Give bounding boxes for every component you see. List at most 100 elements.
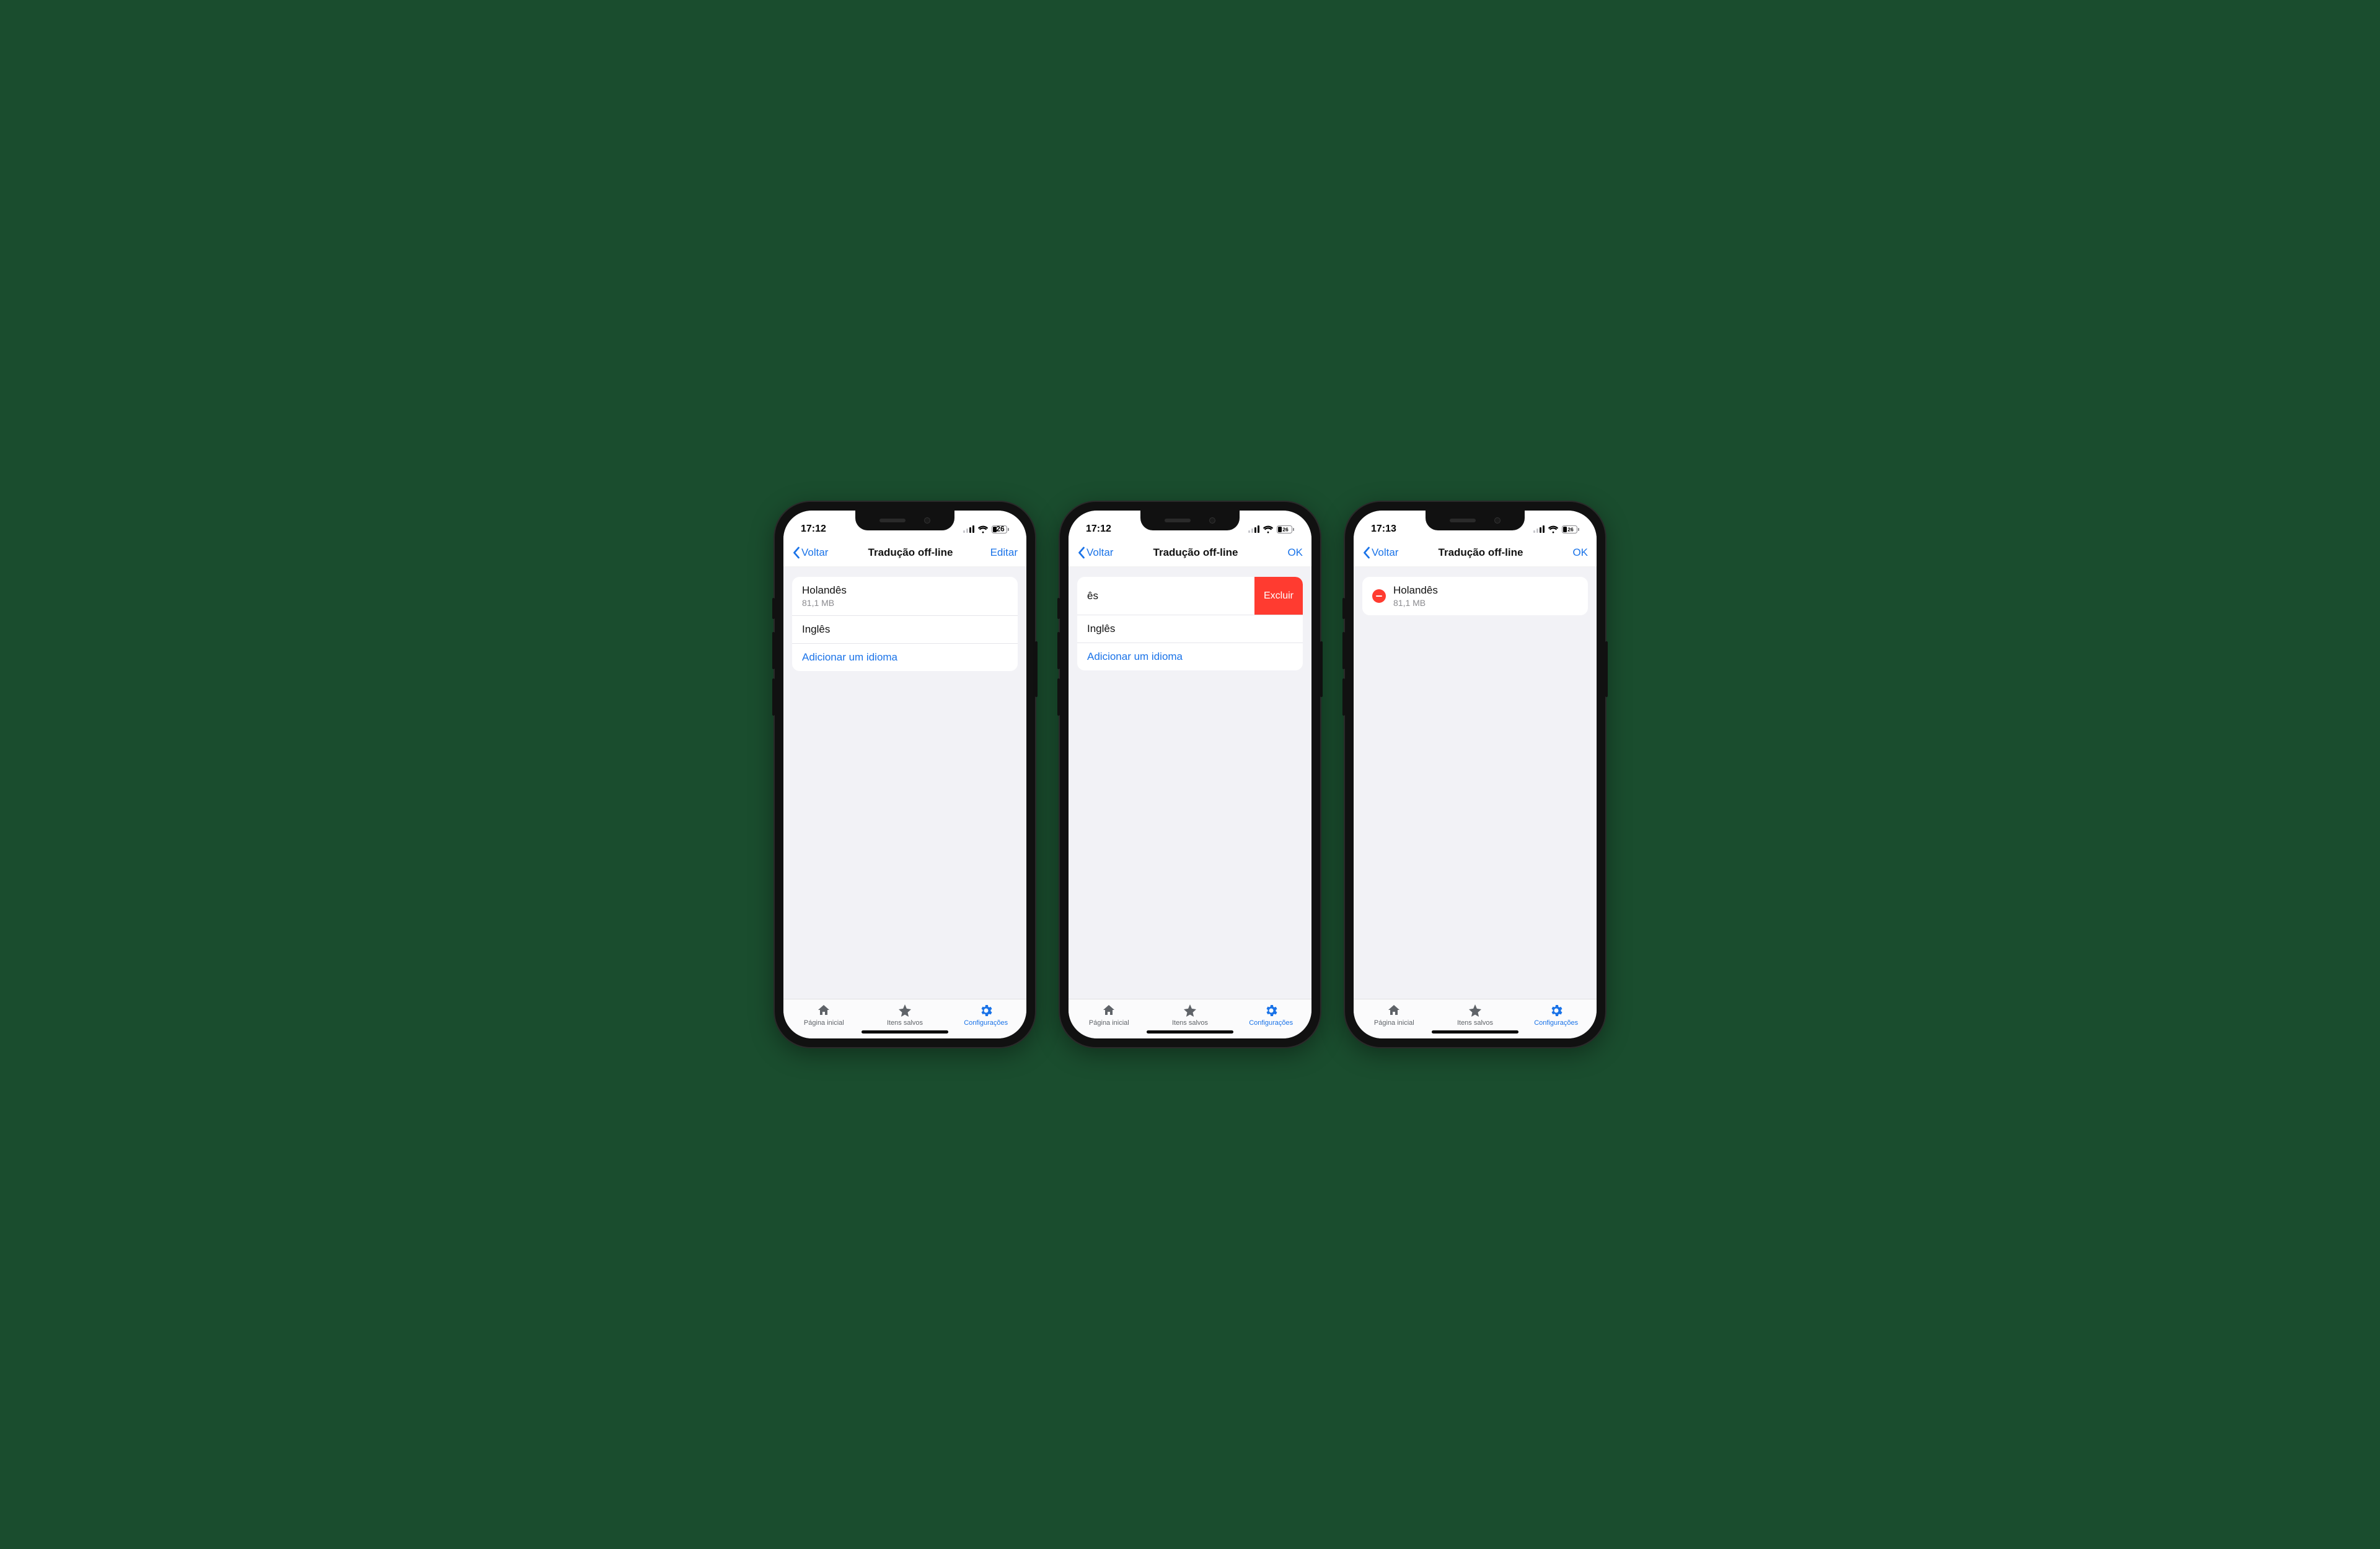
notch <box>1140 511 1240 530</box>
tab-home[interactable]: Página inicial <box>1069 1003 1150 1027</box>
delete-button[interactable]: Excluir <box>1254 577 1303 615</box>
tab-label: Configurações <box>964 1019 1008 1027</box>
gear-icon <box>1264 1003 1279 1018</box>
page-title: Tradução off-line <box>1406 546 1556 559</box>
language-row[interactable]: Inglês <box>792 616 1018 644</box>
tab-home[interactable]: Página inicial <box>1354 1003 1435 1027</box>
back-button[interactable]: Voltar <box>1362 546 1398 559</box>
done-button[interactable]: OK <box>1271 546 1303 559</box>
svg-text:26: 26 <box>1282 526 1289 532</box>
svg-text:26: 26 <box>996 525 1005 533</box>
language-row-swiped[interactable]: ês Excluir <box>1077 577 1303 615</box>
status-time: 17:13 <box>1371 524 1396 535</box>
tab-settings[interactable]: Configurações <box>1515 1003 1597 1027</box>
star-icon <box>897 1003 912 1018</box>
notch <box>855 511 954 530</box>
back-label: Voltar <box>1372 546 1398 559</box>
wifi-icon <box>1548 525 1559 533</box>
phone-frame: 17:13 26 Voltar Tradução off-line OK <box>1345 502 1605 1047</box>
chevron-left-icon <box>1362 546 1370 559</box>
tab-saved[interactable]: Itens salvos <box>865 1003 946 1027</box>
home-icon <box>1101 1003 1116 1018</box>
content-area: ês Excluir Inglês Adicionar um idioma <box>1069 567 1311 999</box>
tab-home[interactable]: Página inicial <box>783 1003 865 1027</box>
language-name-fragment: ês <box>1087 590 1098 602</box>
page-title: Tradução off-line <box>1121 546 1271 559</box>
cellular-icon <box>1533 525 1545 533</box>
edit-button[interactable]: Editar <box>985 546 1018 559</box>
star-icon <box>1468 1003 1483 1018</box>
language-name: Inglês <box>802 623 830 636</box>
nav-bar: Voltar Tradução off-line OK <box>1069 540 1311 567</box>
tab-label: Itens salvos <box>887 1019 923 1027</box>
tab-label: Itens salvos <box>1172 1019 1208 1027</box>
tab-settings[interactable]: Configurações <box>945 1003 1026 1027</box>
back-label: Voltar <box>1086 546 1113 559</box>
language-size: 81,1 MB <box>802 598 847 608</box>
chevron-left-icon <box>792 546 800 559</box>
notch <box>1426 511 1525 530</box>
status-time: 17:12 <box>801 524 826 535</box>
nav-bar: Voltar Tradução off-line Editar <box>783 540 1026 567</box>
battery-icon: 26 <box>1277 525 1294 533</box>
gear-icon <box>1549 1003 1564 1018</box>
language-row-edit[interactable]: Holandês 81,1 MB <box>1362 577 1588 615</box>
home-icon <box>1386 1003 1401 1018</box>
tab-label: Página inicial <box>804 1019 844 1027</box>
cellular-icon <box>1248 525 1259 533</box>
home-icon <box>816 1003 831 1018</box>
tab-label: Configurações <box>1534 1019 1578 1027</box>
status-time: 17:12 <box>1086 524 1111 535</box>
language-list: ês Excluir Inglês Adicionar um idioma <box>1077 577 1303 670</box>
language-row[interactable]: Holandês 81,1 MB <box>792 577 1018 616</box>
back-button[interactable]: Voltar <box>792 546 828 559</box>
add-language-button[interactable]: Adicionar um idioma <box>1077 643 1303 670</box>
home-indicator[interactable] <box>862 1030 948 1033</box>
delete-label: Excluir <box>1264 590 1294 602</box>
gear-icon <box>979 1003 994 1018</box>
home-indicator[interactable] <box>1147 1030 1233 1033</box>
remove-minus-button[interactable] <box>1372 589 1386 603</box>
screen: 17:13 26 Voltar Tradução off-line OK <box>1354 511 1597 1038</box>
language-name: Holandês <box>802 584 847 597</box>
language-row[interactable]: Inglês <box>1077 615 1303 643</box>
tab-saved[interactable]: Itens salvos <box>1435 1003 1516 1027</box>
back-label: Voltar <box>801 546 828 559</box>
add-language-label: Adicionar um idioma <box>802 651 897 664</box>
chevron-left-icon <box>1077 546 1085 559</box>
back-button[interactable]: Voltar <box>1077 546 1113 559</box>
battery-icon: 26 <box>1562 525 1579 533</box>
tab-label: Página inicial <box>1374 1019 1414 1027</box>
add-language-button[interactable]: Adicionar um idioma <box>792 644 1018 671</box>
star-icon <box>1183 1003 1197 1018</box>
page-title: Tradução off-line <box>835 546 985 559</box>
language-size: 81,1 MB <box>1393 598 1438 608</box>
home-indicator[interactable] <box>1432 1030 1518 1033</box>
tab-label: Configurações <box>1249 1019 1293 1027</box>
screen: 17:12 26 Voltar Tradução off-line OK <box>1069 511 1311 1038</box>
wifi-icon <box>1263 525 1274 533</box>
cellular-icon <box>963 525 974 533</box>
content-area: Holandês 81,1 MB Inglês Adicionar um idi… <box>783 567 1026 999</box>
nav-bar: Voltar Tradução off-line OK <box>1354 540 1597 567</box>
done-button[interactable]: OK <box>1556 546 1588 559</box>
language-list: Holandês 81,1 MB Inglês Adicionar um idi… <box>792 577 1018 671</box>
wifi-icon <box>977 525 989 533</box>
language-list: Holandês 81,1 MB <box>1362 577 1588 615</box>
battery-icon: 26 <box>992 525 1009 533</box>
screen: 17:12 26 Voltar Tradução off-line Editar <box>783 511 1026 1038</box>
tab-bar: Página inicial Itens salvos Configuraçõe… <box>1069 999 1311 1028</box>
tab-saved[interactable]: Itens salvos <box>1150 1003 1231 1027</box>
svg-text:26: 26 <box>1567 526 1574 532</box>
content-area: Holandês 81,1 MB <box>1354 567 1597 999</box>
tab-label: Itens salvos <box>1457 1019 1493 1027</box>
language-name: Inglês <box>1087 623 1115 635</box>
tab-label: Página inicial <box>1089 1019 1129 1027</box>
tab-settings[interactable]: Configurações <box>1230 1003 1311 1027</box>
language-name: Holandês <box>1393 584 1438 597</box>
phone-frame: 17:12 26 Voltar Tradução off-line Editar <box>775 502 1035 1047</box>
phone-frame: 17:12 26 Voltar Tradução off-line OK <box>1060 502 1320 1047</box>
add-language-label: Adicionar um idioma <box>1087 651 1183 663</box>
tab-bar: Página inicial Itens salvos Configuraçõe… <box>783 999 1026 1028</box>
tab-bar: Página inicial Itens salvos Configuraçõe… <box>1354 999 1597 1028</box>
